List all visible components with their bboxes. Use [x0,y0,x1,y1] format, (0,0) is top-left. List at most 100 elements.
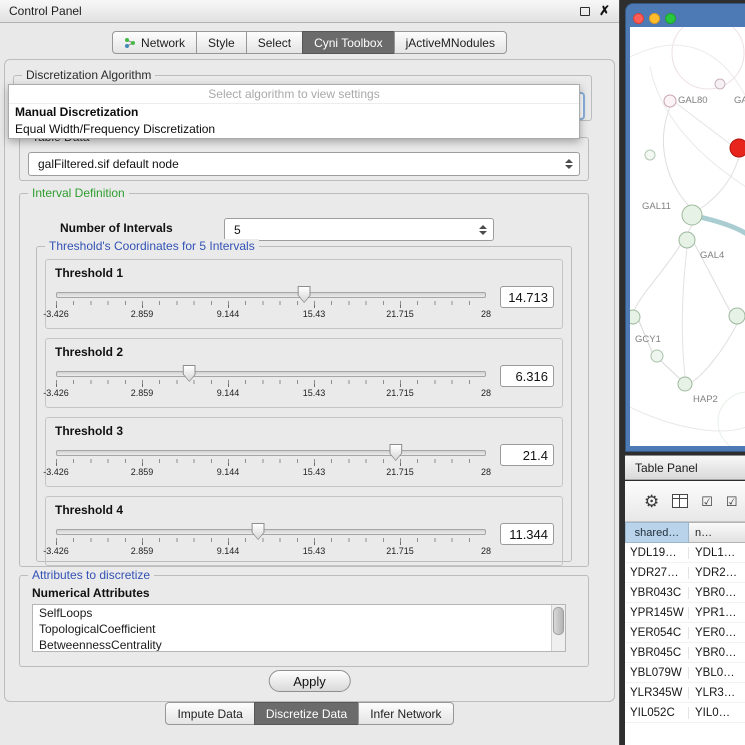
list-item[interactable]: TopologicalCoefficient [33,621,565,637]
table-row[interactable]: YPR145WYPR1… [625,603,745,623]
number-of-intervals-combobox[interactable]: 5 [224,218,494,241]
tab-select[interactable]: Select [246,31,303,54]
tab-cyni-toolbox[interactable]: Cyni Toolbox [302,31,394,54]
zoom-traffic-light-icon[interactable] [665,13,676,24]
threshold-slider[interactable]: -3.4262.8599.14415.4321.71528 [56,450,486,478]
threshold-value-field[interactable]: 21.4 [500,444,554,466]
scale-label: 15.43 [303,546,326,556]
network-edge[interactable] [682,248,687,377]
network-edge[interactable] [661,361,680,379]
list-item[interactable]: SelfLoops [33,605,565,621]
algorithm-option[interactable]: Manual Discretization [9,104,579,121]
network-node[interactable] [664,95,676,107]
table-row[interactable]: YDR27…YDR2… [625,563,745,583]
slider-scale: -3.4262.8599.14415.4321.71528 [56,309,486,320]
threshold-value-field[interactable]: 6.316 [500,365,554,387]
network-edge[interactable] [630,407,745,431]
slider-thumb[interactable] [252,523,265,540]
columns-icon[interactable] [672,494,688,508]
network-edge[interactable] [663,107,690,207]
slider-track[interactable] [56,529,486,535]
network-node-label: GAL11 [642,201,671,212]
network-node[interactable] [630,310,640,324]
table-row[interactable]: YIL052CYIL0… [625,703,745,723]
scale-label: 15.43 [303,309,326,319]
select-visible-icon[interactable]: ☑ [726,495,738,508]
column-header-shared-name[interactable]: shared… [625,522,689,543]
scale-label: 9.144 [217,467,240,477]
network-edge[interactable] [700,157,739,209]
close-window-icon[interactable]: ✗ [599,5,610,17]
slider-thumb[interactable] [183,365,196,382]
network-edge[interactable] [692,324,737,382]
table-row[interactable]: YBR043CYBR0… [625,583,745,603]
slider-thumb[interactable] [298,286,311,303]
cyni-toolbox-panel: Discretization Algorithm Table Data galF… [4,59,615,702]
tab-style[interactable]: Style [196,31,247,54]
tab-infer-network[interactable]: Infer Network [358,702,453,725]
algorithm-option[interactable]: Equal Width/Frequency Discretization [9,121,579,138]
algorithm-placeholder: Select algorithm to view settings [9,85,579,104]
network-node[interactable] [715,79,725,89]
table-row[interactable]: YBR045CYBR0… [625,643,745,663]
float-window-icon[interactable] [580,7,590,16]
minimize-traffic-light-icon[interactable] [649,13,660,24]
table-panel-header[interactable]: Table Panel [625,455,745,480]
threshold-coordinates-title: Threshold's Coordinates for 5 Intervals [45,239,259,253]
numerical-attributes-listbox: SelfLoopsTopologicalCoefficientBetweenne… [32,604,566,652]
network-node[interactable] [682,205,702,225]
list-item[interactable]: BetweennessCentrality [33,637,565,652]
scale-label: 2.859 [131,546,154,556]
attributes-group: Attributes to discretize Numerical Attri… [19,575,589,667]
threshold-label: Threshold 3 [55,424,123,438]
threshold-panel: Threshold 2 6.316 -3.4262.8599.14415.432… [45,338,563,408]
threshold-value-field[interactable]: 11.344 [500,523,554,545]
threshold-label: Threshold 4 [55,503,123,517]
table-data-combobox[interactable]: galFiltered.sif default node [28,152,580,176]
interval-definition-title: Interval Definition [28,186,129,200]
network-node[interactable] [729,308,745,324]
network-node[interactable] [730,139,745,157]
network-node[interactable] [651,350,663,362]
control-panel-window: Control Panel ✗ NetworkStyleSelectCyni T… [0,0,620,745]
slider-track[interactable] [56,450,486,456]
list-scrollbar[interactable] [551,605,565,651]
threshold-panel: Threshold 3 21.4 -3.4262.8599.14415.4321… [45,417,563,487]
network-node[interactable] [679,232,695,248]
control-panel-titlebar[interactable]: Control Panel ✗ [0,0,619,23]
table-row[interactable]: YLR345WYLR3… [625,683,745,703]
tab-network[interactable]: Network [112,31,197,54]
network-view-window[interactable]: GAL80GAGAL11GAL4GCY1HAP2 [625,3,745,452]
slider-track[interactable] [56,292,486,298]
table-row[interactable]: YBL079WYBL0… [625,663,745,683]
network-node-label: GAL4 [700,250,724,261]
threshold-slider[interactable]: -3.4262.8599.14415.4321.71528 [56,529,486,557]
threshold-slider[interactable]: -3.4262.8599.14415.4321.71528 [56,371,486,399]
close-traffic-light-icon[interactable] [633,13,644,24]
select-all-icon[interactable]: ☑ [701,495,713,508]
tab-impute-data[interactable]: Impute Data [165,702,254,725]
column-header-name[interactable]: n… [689,522,745,543]
number-of-intervals-label: Number of Intervals [60,221,173,235]
apply-button[interactable]: Apply [268,670,351,692]
slider-ticks [56,538,486,545]
table-row[interactable]: YER054CYER0… [625,623,745,643]
scrollbar-thumb[interactable] [553,607,564,635]
tab-jactivemnodules[interactable]: jActiveMNodules [394,31,507,54]
network-canvas[interactable]: GAL80GAGAL11GAL4GCY1HAP2 [630,27,745,446]
gear-icon[interactable]: ⚙ [644,493,659,510]
network-edge[interactable] [676,103,730,144]
network-node[interactable] [678,377,692,391]
attributes-group-title: Attributes to discretize [28,568,154,582]
slider-track[interactable] [56,371,486,377]
network-node[interactable] [645,150,655,160]
threshold-value-field[interactable]: 14.713 [500,286,554,308]
slider-thumb[interactable] [389,444,402,461]
network-edge[interactable] [630,45,745,97]
table-row[interactable]: YDL19…YDL1… [625,543,745,563]
threshold-slider[interactable]: -3.4262.8599.14415.4321.71528 [56,292,486,320]
network-node-label: GCY1 [635,334,661,345]
tab-discretize-data[interactable]: Discretize Data [254,702,359,725]
network-edge[interactable] [700,217,745,235]
table-rows: YDL19…YDL1…YDR27…YDR2…YBR043CYBR0…YPR145… [625,543,745,745]
